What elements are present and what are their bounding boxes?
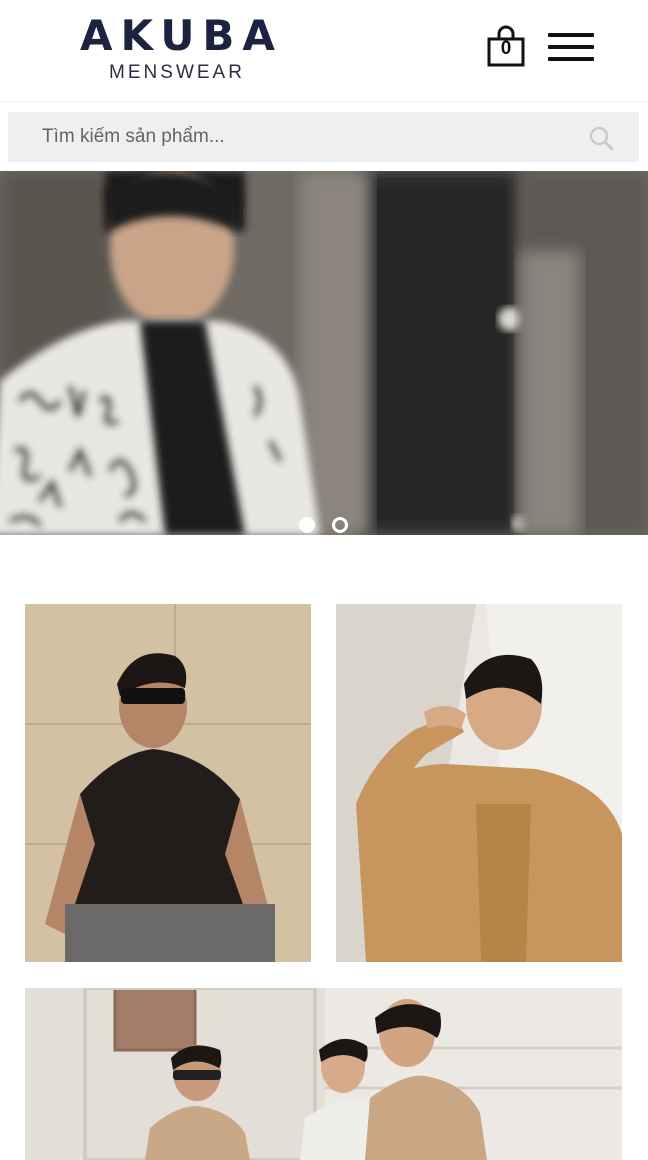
slider-dot-1[interactable] <box>299 517 315 533</box>
product-photo <box>336 604 622 962</box>
collection-tile-2[interactable] <box>336 604 622 962</box>
slider-dot-2[interactable] <box>332 517 348 533</box>
slider-pagination <box>0 517 648 537</box>
cart-count: 0 <box>500 38 512 59</box>
search-input[interactable] <box>8 112 578 162</box>
search-icon[interactable] <box>588 125 614 151</box>
logo-tagline: MENSWEAR <box>109 62 245 83</box>
hamburger-menu-icon[interactable] <box>548 33 596 65</box>
banner-image <box>0 171 648 535</box>
hero-banner-slider[interactable] <box>0 171 648 535</box>
collection-tile-1[interactable] <box>25 604 311 962</box>
collection-tile-3[interactable] <box>25 988 622 1160</box>
product-photo <box>25 988 622 1160</box>
site-header: AKUBA MENSWEAR 0 <box>0 0 648 102</box>
brand-logo[interactable]: AKUBA MENSWEAR <box>72 12 282 92</box>
logo-wordmark: AKUBA <box>80 11 283 60</box>
cart-button[interactable]: 0 <box>486 24 526 68</box>
product-photo <box>25 604 311 962</box>
search-bar <box>8 112 639 162</box>
